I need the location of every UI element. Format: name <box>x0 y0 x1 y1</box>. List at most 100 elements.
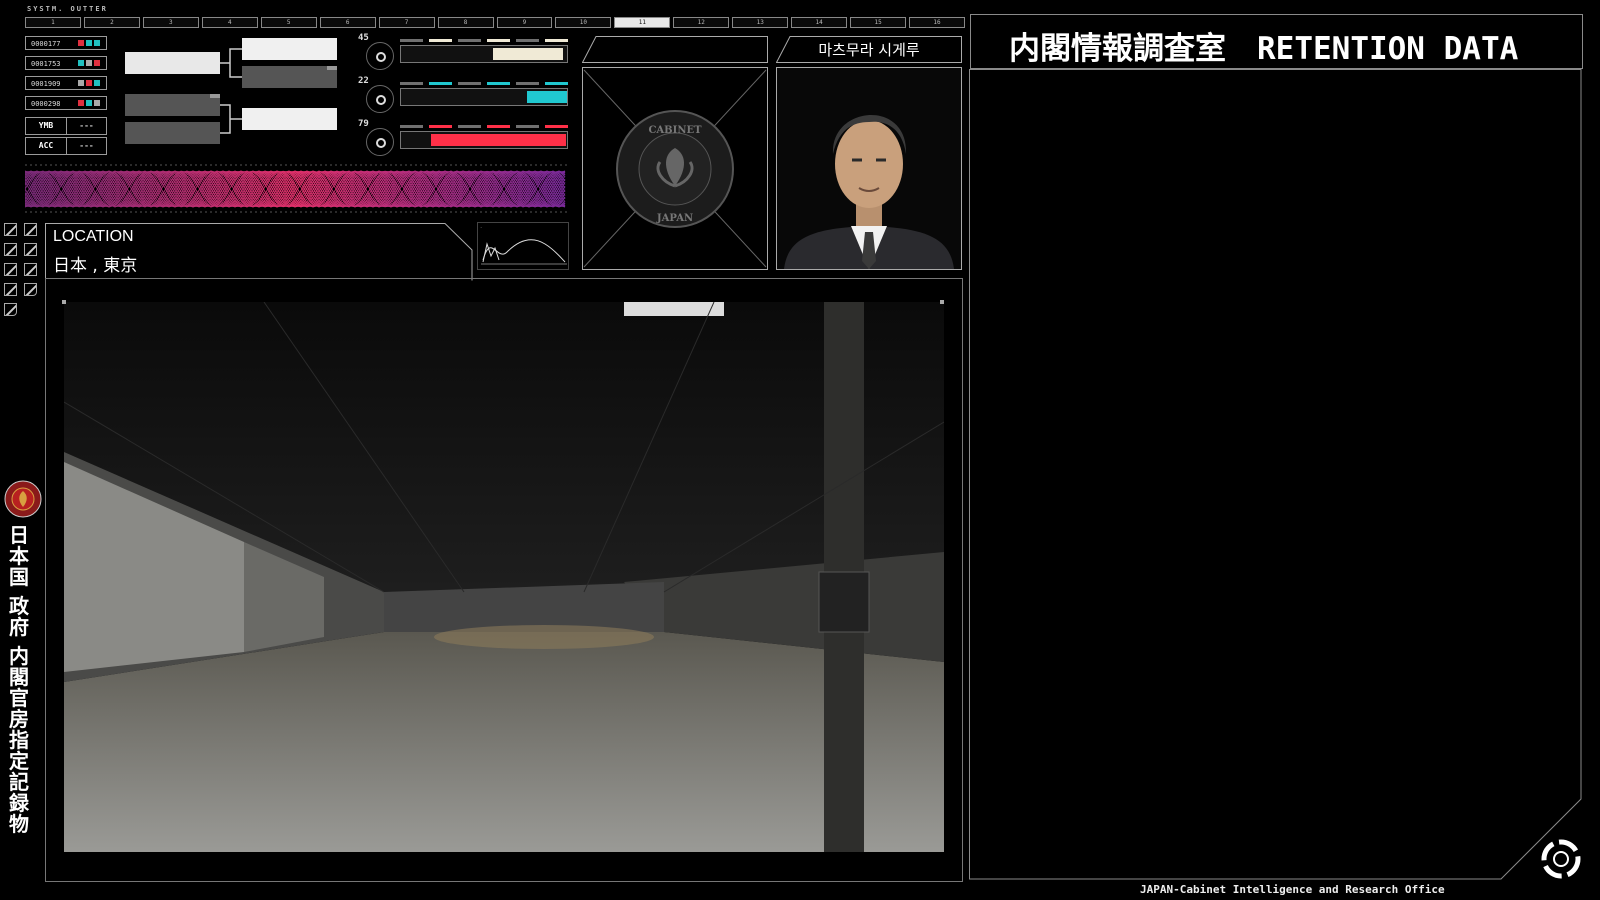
vertical-char: 本 <box>9 544 29 568</box>
segment-tab[interactable]: 10 <box>555 17 612 28</box>
segment-tab[interactable]: 12 <box>673 17 730 28</box>
portrait-panel <box>776 36 962 270</box>
segment-tab[interactable]: 8 <box>437 17 494 28</box>
government-seal-icon: CABINET JAPAN <box>616 110 734 228</box>
person-name: 마츠무라 시게루 <box>818 41 920 59</box>
ymb-field: YMB --- <box>25 117 107 135</box>
vertical-char: 官 <box>9 686 29 710</box>
segment-tab[interactable]: 2 <box>83 17 140 28</box>
vertical-char: 定 <box>9 749 29 773</box>
status-square <box>86 100 92 106</box>
segment-tab[interactable]: 14 <box>791 17 848 28</box>
status-square <box>94 40 100 46</box>
vertical-char: 録 <box>9 791 29 815</box>
segment-tab[interactable]: 9 <box>496 17 553 28</box>
vertical-char: 政 <box>9 594 29 618</box>
side-toggle[interactable] <box>24 223 37 236</box>
status-square <box>86 40 92 46</box>
meter-dashes <box>400 39 568 42</box>
vertical-caption: 日本国 政府 内閣官房指定記録物 <box>9 525 35 835</box>
photo-corner-mark <box>62 300 66 304</box>
person-name-tab: 마츠무라 시게루 <box>778 36 960 62</box>
svg-text:-: - <box>480 225 482 230</box>
top-bar-label: SYSTM. OUTTER <box>27 5 108 13</box>
side-toggle[interactable] <box>24 263 37 276</box>
id-row[interactable]: 0000298 <box>25 96 107 110</box>
id-row[interactable]: 0001753 <box>25 56 107 70</box>
id-code: 0001753 <box>31 60 61 68</box>
id-code: 0001909 <box>31 80 61 88</box>
svg-text:CABINET: CABINET <box>648 125 702 136</box>
segment-tab[interactable]: 11 <box>614 17 671 28</box>
side-toggle[interactable] <box>24 243 37 256</box>
level-meter <box>400 45 568 63</box>
vertical-char: 閣 <box>9 665 29 689</box>
settings-ring-icon[interactable] <box>1538 836 1584 882</box>
meter-fill <box>493 48 563 60</box>
segment-tabs: 1 2 3 4 5 6 7 8 9 10 11 12 13 14 15 16 <box>25 17 965 28</box>
emblem-panel: CABINET JAPAN <box>582 36 768 270</box>
side-toggle[interactable] <box>24 283 37 296</box>
status-square <box>78 80 84 86</box>
vertical-char: 内 <box>9 644 29 668</box>
status-square <box>78 60 84 66</box>
acc-key: ACC <box>26 138 67 154</box>
meter-fill <box>527 91 567 103</box>
segment-tab[interactable]: 15 <box>850 17 907 28</box>
acc-value: --- <box>79 141 94 150</box>
dial-knob[interactable] <box>366 42 394 70</box>
footer-caption: JAPAN-Cabinet Intelligence and Research … <box>1140 883 1445 896</box>
vertical-char: 指 <box>9 728 29 752</box>
segment-tab[interactable]: 3 <box>142 17 199 28</box>
vertical-char: 物 <box>9 812 29 836</box>
bracket-tree-graphic <box>125 38 337 144</box>
ymb-key: YMB <box>26 118 67 134</box>
side-toggle[interactable] <box>4 243 17 256</box>
vertical-char: 日 <box>9 523 29 547</box>
dial-knob[interactable] <box>366 128 394 156</box>
segment-tab[interactable]: 4 <box>201 17 258 28</box>
segment-tab[interactable]: 6 <box>319 17 376 28</box>
emblem-bottom-text: JAPAN <box>656 213 693 224</box>
segment-tab[interactable]: 13 <box>732 17 789 28</box>
segment-tab[interactable]: 5 <box>260 17 317 28</box>
mini-curve-chart: - <box>477 222 569 270</box>
status-square <box>86 60 92 66</box>
side-toggle[interactable] <box>4 283 17 296</box>
retention-title: 内閣情報調査室 RETENTION DATA <box>1009 31 1519 67</box>
top-status-bar: SYSTM. OUTTER 1 2 3 4 5 6 7 8 9 10 11 12 13 14 15 16 <box>25 4 965 28</box>
warehouse-photo <box>64 302 944 852</box>
vertical-char: 房 <box>9 707 29 731</box>
location-panel: LOCATION 日本 , 東京 <box>45 223 470 279</box>
side-toggle[interactable] <box>4 223 17 236</box>
segment-tab[interactable]: 7 <box>378 17 435 28</box>
id-row[interactable]: 0001909 <box>25 76 107 90</box>
level-meter <box>400 131 568 149</box>
retention-data-panel <box>969 69 1582 880</box>
status-square <box>94 100 100 106</box>
side-toggle[interactable] <box>4 303 17 316</box>
level-meter <box>400 88 568 106</box>
status-square <box>78 100 84 106</box>
dial-value: 45 <box>358 33 369 43</box>
segment-tab[interactable]: 1 <box>25 17 81 28</box>
segment-tab[interactable]: 16 <box>909 17 965 28</box>
ymb-value: --- <box>79 121 94 130</box>
id-row[interactable]: 0000177 <box>25 36 107 50</box>
side-toggle[interactable] <box>4 263 17 276</box>
dial-knob[interactable] <box>366 85 394 113</box>
dial-value: 79 <box>358 119 369 129</box>
status-square <box>94 60 100 66</box>
photo-corner-mark <box>940 300 944 304</box>
meter-dashes <box>400 82 568 85</box>
meter-fill <box>431 134 566 146</box>
id-code: 0000298 <box>31 100 61 108</box>
retention-title-bar: 内閣情報調査室 RETENTION DATA <box>970 14 1583 69</box>
vertical-char: 国 <box>9 565 29 589</box>
status-square <box>86 80 92 86</box>
meter-dashes <box>400 125 568 128</box>
vertical-char: 府 <box>9 615 29 639</box>
acc-field: ACC --- <box>25 137 107 155</box>
location-label: LOCATION <box>53 228 134 245</box>
id-code: 0000177 <box>31 40 61 48</box>
